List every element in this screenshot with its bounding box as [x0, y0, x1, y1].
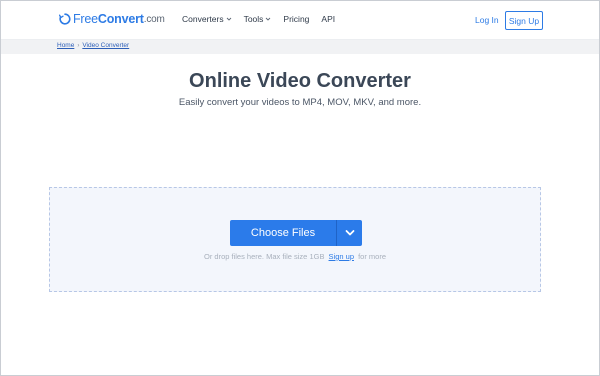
- site-header: Free Convert .com Converters Tools Pricing…: [1, 1, 599, 40]
- nav-converters-label: Converters: [182, 14, 224, 24]
- main-nav: Converters Tools Pricing API: [182, 14, 347, 24]
- refresh-circle-icon: [59, 13, 71, 25]
- nav-tools-label: Tools: [243, 14, 264, 24]
- breadcrumb-separator-icon: ›: [77, 42, 80, 49]
- site-logo[interactable]: Free Convert .com: [59, 12, 165, 26]
- chevron-down-icon: [345, 230, 354, 236]
- logo-text-com: .com: [143, 13, 165, 25]
- chevron-down-icon: [266, 17, 271, 21]
- breadcrumb-current[interactable]: Video Converter: [82, 42, 129, 49]
- nav-api-label: API: [321, 14, 336, 24]
- page-subtitle: Easily convert your videos to MP4, MOV, …: [178, 97, 422, 108]
- browser-page: Free Convert .com Converters Tools Pricing…: [0, 0, 600, 376]
- nav-pricing-label: Pricing: [283, 14, 310, 24]
- breadcrumb-bar: Home › Video Converter: [1, 40, 599, 54]
- nav-tools[interactable]: Tools: [244, 14, 272, 24]
- choose-files-group: Choose Files: [230, 220, 362, 246]
- drop-hint-signup-link[interactable]: Sign up: [329, 252, 354, 261]
- chevron-down-icon: [226, 17, 231, 21]
- choose-source-dropdown-button[interactable]: [337, 220, 362, 246]
- drop-hint: Or drop files here. Max file size 1GB Si…: [50, 252, 540, 261]
- breadcrumb-home[interactable]: Home: [57, 42, 74, 49]
- signup-button[interactable]: Sign Up: [505, 11, 543, 30]
- choose-files-button[interactable]: Choose Files: [230, 220, 336, 246]
- page-title: Online Video Converter: [189, 70, 411, 92]
- nav-converters[interactable]: Converters: [182, 14, 232, 24]
- login-link[interactable]: Log In: [475, 15, 499, 25]
- file-drop-zone[interactable]: Choose Files Or drop files here. Max fil…: [49, 187, 541, 292]
- nav-pricing[interactable]: Pricing: [283, 14, 309, 24]
- nav-api[interactable]: API: [321, 14, 335, 24]
- logo-text-free: Free: [73, 12, 98, 26]
- logo-text-convert: Convert: [97, 12, 144, 26]
- drop-hint-suffix: for more: [358, 252, 387, 261]
- drop-hint-text: Or drop files here. Max file size 1GB: [203, 252, 325, 261]
- breadcrumb: Home › Video Converter: [57, 42, 129, 49]
